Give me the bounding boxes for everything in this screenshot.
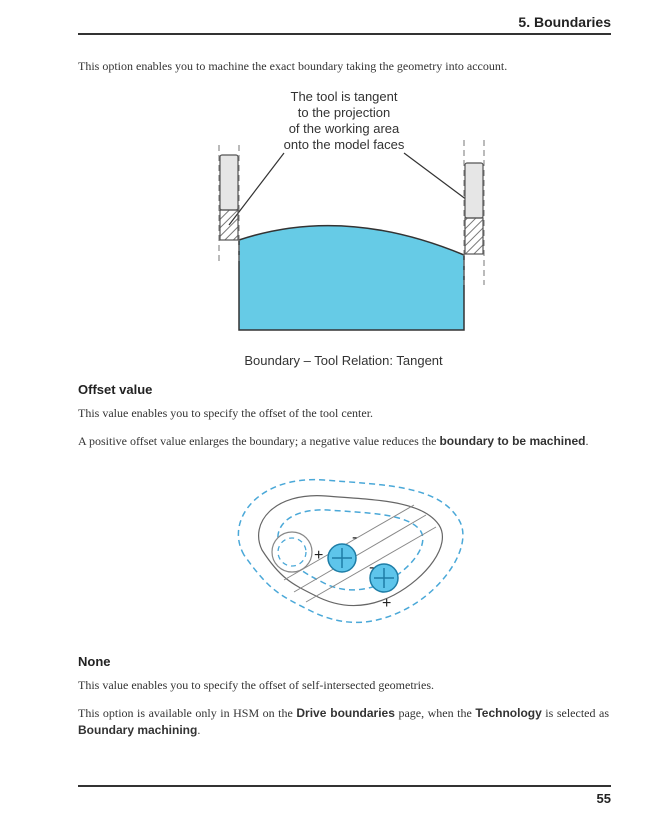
svg-text:of the working area: of the working area [288, 121, 399, 136]
svg-text:-: - [352, 529, 357, 546]
svg-text:to the projection: to the projection [297, 105, 390, 120]
figure-tangent-caption: Boundary – Tool Relation: Tangent [244, 353, 442, 368]
none-p2-e: is selected as [542, 706, 609, 720]
tangent-diagram-svg: The tool is tangent to the projection of… [184, 85, 504, 345]
none-p2-f: Boundary machining [78, 723, 197, 737]
none-p2-g: . [197, 723, 200, 737]
chapter-title: 5. Boundaries [78, 14, 611, 33]
none-p2-b: Drive boundaries [296, 706, 395, 720]
page-number: 55 [78, 791, 611, 806]
svg-text:onto the model faces: onto the model faces [283, 137, 404, 152]
heading-offset-value: Offset value [78, 382, 609, 397]
none-p2-d: Technology [475, 706, 541, 720]
none-paragraph-2: This option is available only in HSM on … [78, 705, 609, 740]
page-content: This option enables you to machine the e… [78, 58, 609, 749]
none-paragraph-1: This value enables you to specify the of… [78, 677, 609, 694]
offset-p2-end: . [585, 434, 588, 448]
svg-text:+: + [382, 595, 391, 612]
page-footer: 55 [78, 785, 611, 806]
footer-rule [78, 785, 611, 787]
page-header: 5. Boundaries [78, 14, 611, 35]
offset-diagram-svg: + - - + [214, 460, 474, 640]
svg-text:+: + [314, 547, 323, 564]
svg-text:-: - [369, 559, 374, 576]
svg-text:The tool is tangent: The tool is tangent [290, 89, 397, 104]
figure-offset: + - - + [78, 460, 609, 640]
figure-tangent: The tool is tangent to the projection of… [78, 85, 609, 368]
offset-paragraph-1: This value enables you to specify the of… [78, 405, 609, 422]
heading-none: None [78, 654, 609, 669]
page: 5. Boundaries This option enables you to… [0, 0, 649, 824]
none-p2-a: This option is available only in HSM on … [78, 706, 296, 720]
offset-p2-bold: boundary to be machined [439, 434, 585, 448]
header-rule [78, 33, 611, 35]
intro-paragraph: This option enables you to machine the e… [78, 58, 609, 75]
offset-p2-text: A positive offset value enlarges the bou… [78, 434, 439, 448]
none-p2-c: page, when the [395, 706, 475, 720]
offset-paragraph-2: A positive offset value enlarges the bou… [78, 433, 609, 450]
